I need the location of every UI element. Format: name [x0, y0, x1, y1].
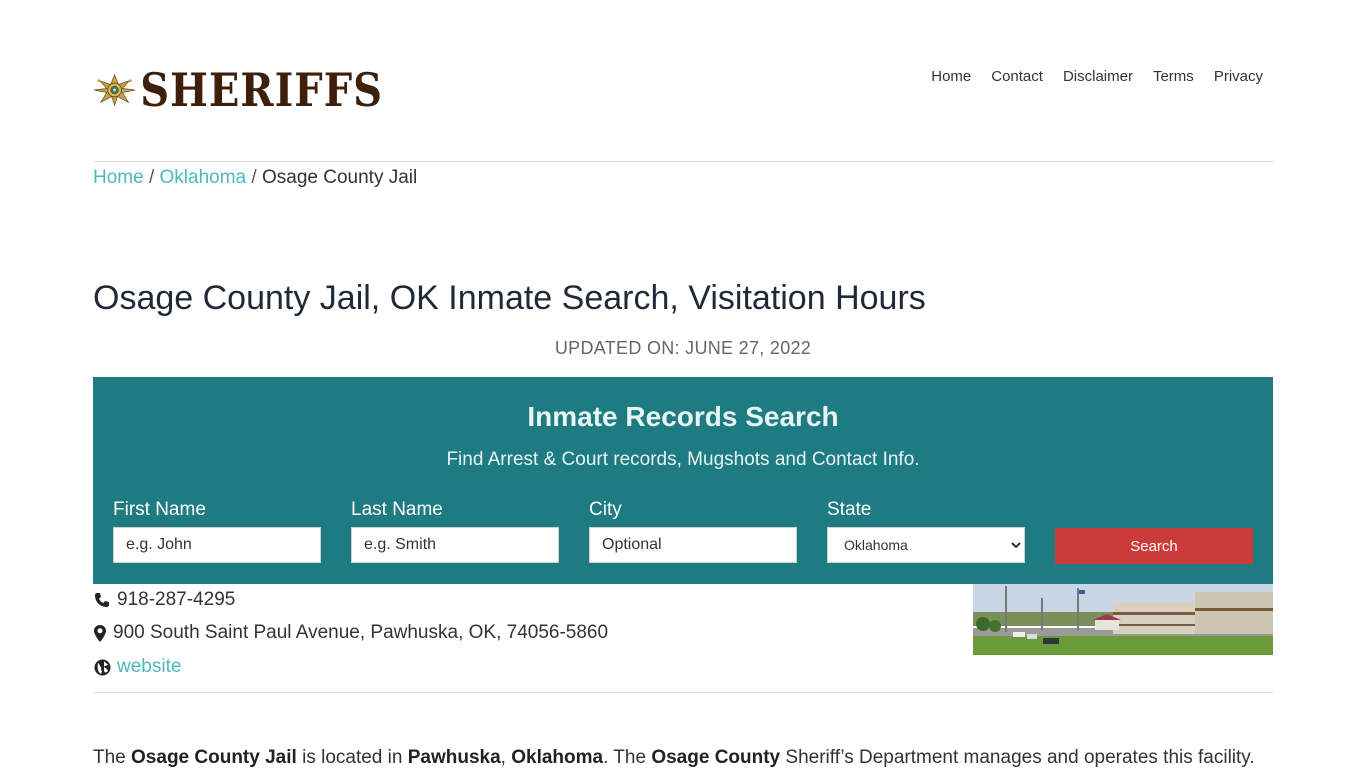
- jail-building-photo: [973, 584, 1273, 655]
- page-title: Osage County Jail, OK Inmate Search, Vis…: [93, 279, 926, 317]
- last-name-label: Last Name: [351, 499, 443, 520]
- intro-text: The: [93, 747, 132, 768]
- intro-state: Oklahoma: [511, 747, 604, 768]
- intro-text: Sheriff’s Department manages and operate…: [780, 747, 1255, 768]
- nav-contact[interactable]: Contact: [991, 68, 1043, 85]
- breadcrumb-oklahoma[interactable]: Oklahoma: [160, 167, 247, 188]
- website-link[interactable]: website: [117, 656, 181, 678]
- inmate-search-panel: Inmate Records Search Find Arrest & Cour…: [93, 377, 1273, 584]
- breadcrumb: Home / Oklahoma / Osage County Jail: [93, 167, 417, 189]
- search-button[interactable]: Search: [1055, 528, 1253, 564]
- updated-date: UPDATED ON: JUNE 27, 2022: [554, 338, 812, 358]
- intro-jail-name: Osage County Jail: [131, 747, 297, 768]
- logo-wordmark: SHERIFFS: [140, 62, 383, 118]
- site-logo[interactable]: SHERIFFS: [93, 57, 383, 123]
- last-name-input[interactable]: [351, 527, 559, 563]
- phone-row: 918-287-4295: [93, 589, 235, 611]
- search-panel-subtitle: Find Arrest & Court records, Mugshots an…: [446, 449, 920, 470]
- intro-text: ,: [500, 747, 512, 768]
- intro-county: Osage County: [651, 747, 781, 768]
- content-divider: [93, 692, 1273, 693]
- phone-icon: [93, 592, 111, 608]
- first-name-group: First Name: [113, 499, 321, 563]
- phone-number: 918-287-4295: [117, 589, 236, 610]
- sheriff-star-icon: [93, 73, 136, 107]
- header-divider: [93, 161, 1273, 162]
- top-navigation: Home Contact Disclaimer Terms Privacy: [931, 68, 1263, 85]
- last-name-group: Last Name: [351, 499, 559, 563]
- state-select[interactable]: Oklahoma: [827, 527, 1025, 563]
- intro-text: is located in: [296, 747, 408, 768]
- address-text: 900 South Saint Paul Avenue, Pawhuska, O…: [113, 622, 609, 643]
- nav-home[interactable]: Home: [931, 68, 971, 85]
- first-name-label: First Name: [113, 499, 206, 520]
- intro-paragraph: The Osage County Jail is located in Pawh…: [93, 747, 1283, 768]
- website-row: website: [93, 656, 181, 678]
- state-group: State Oklahoma: [827, 499, 1025, 563]
- breadcrumb-separator: /: [148, 167, 155, 188]
- map-marker-icon: [93, 624, 107, 642]
- first-name-input[interactable]: [113, 527, 321, 563]
- nav-terms[interactable]: Terms: [1153, 68, 1194, 85]
- city-input[interactable]: [589, 527, 797, 563]
- city-label: City: [589, 499, 622, 520]
- breadcrumb-separator: /: [251, 167, 257, 188]
- breadcrumb-home[interactable]: Home: [93, 167, 144, 188]
- state-label: State: [827, 499, 872, 520]
- address-row: 900 South Saint Paul Avenue, Pawhuska, O…: [93, 622, 608, 644]
- breadcrumb-current: Osage County Jail: [261, 167, 418, 188]
- intro-city: Pawhuska: [407, 747, 501, 768]
- city-group: City: [589, 499, 797, 563]
- nav-privacy[interactable]: Privacy: [1214, 68, 1263, 85]
- nav-disclaimer[interactable]: Disclaimer: [1063, 68, 1133, 85]
- globe-icon: [93, 659, 111, 676]
- search-panel-title: Inmate Records Search: [527, 401, 839, 432]
- intro-text: . The: [603, 747, 652, 768]
